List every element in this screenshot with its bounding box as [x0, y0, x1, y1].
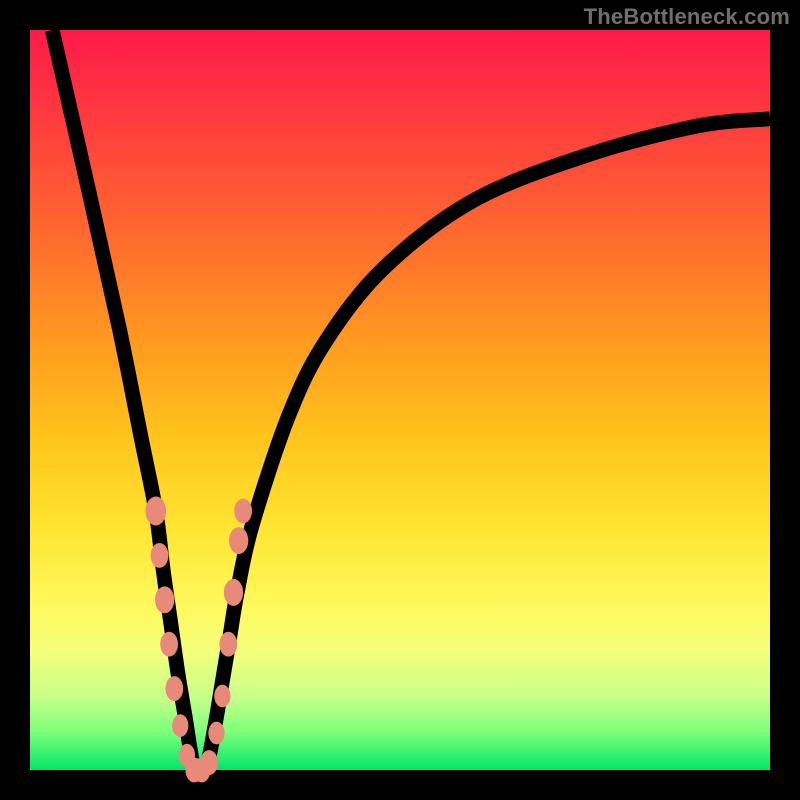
valley-marker: [165, 676, 183, 701]
valley-marker: [160, 632, 178, 657]
valley-marker: [214, 685, 230, 708]
watermark-text: TheBottleneck.com: [584, 4, 790, 30]
valley-marker: [151, 543, 169, 568]
valley-marker: [200, 750, 218, 775]
valley-marker: [155, 586, 174, 613]
bottleneck-curve: [52, 30, 770, 770]
valley-marker: [208, 722, 224, 745]
valley-marker: [172, 714, 188, 737]
valley-marker: [224, 579, 243, 606]
valley-marker: [145, 496, 166, 525]
valley-marker: [229, 527, 248, 554]
valley-marker: [219, 632, 237, 657]
chart-svg: [30, 30, 770, 770]
valley-marker: [234, 499, 252, 524]
